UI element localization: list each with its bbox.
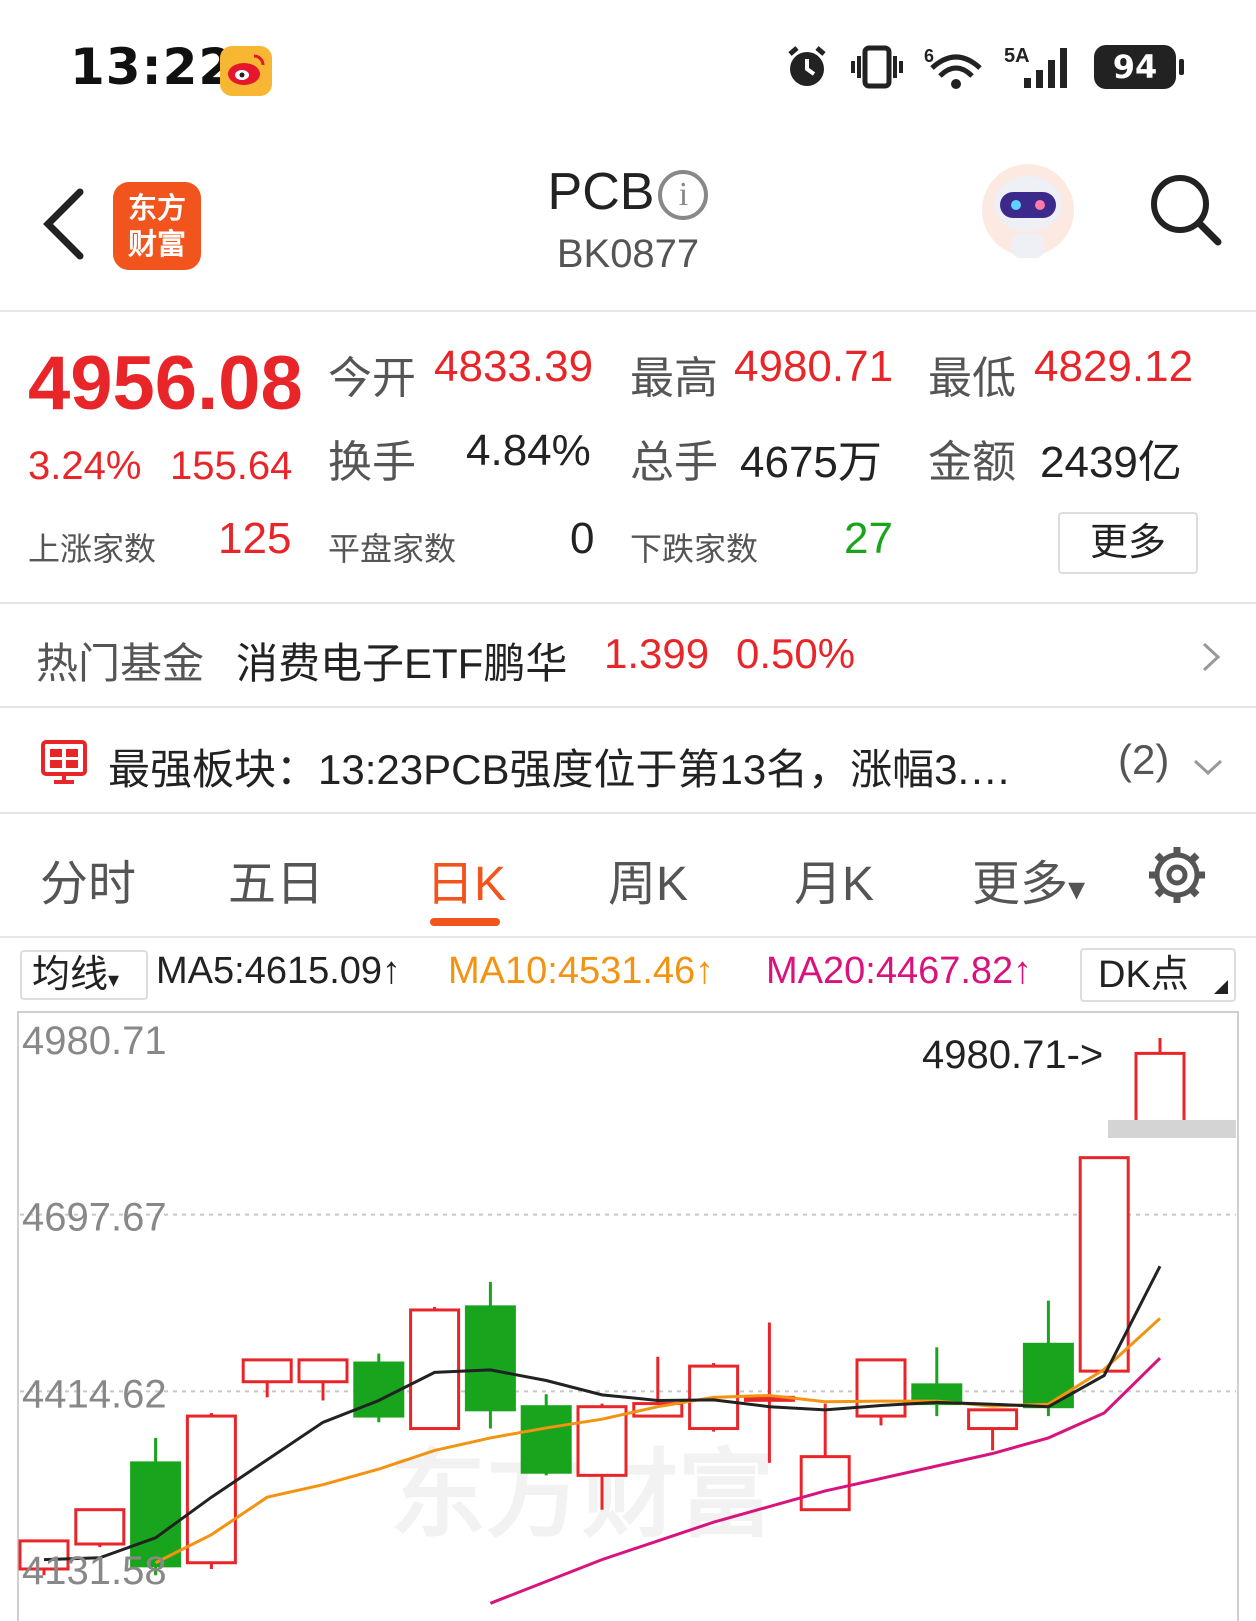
amount-value: 2439亿	[1040, 438, 1182, 487]
dk-point-label: DK点	[1098, 954, 1189, 996]
volume-label: 总手	[630, 438, 718, 487]
weibo-app-icon	[220, 46, 272, 96]
ma5-value: MA5:4615.09↑	[156, 950, 402, 992]
candle-up	[1078, 1156, 1130, 1373]
y-axis-label: 4131.58	[22, 1549, 167, 1593]
search-icon[interactable]	[1148, 170, 1224, 250]
chevron-right-icon	[1202, 642, 1221, 672]
candle-down	[520, 1405, 572, 1474]
candle-down	[464, 1305, 516, 1412]
app-header: 东方 财富 PCB i BK0877	[0, 140, 1256, 312]
gear-icon[interactable]	[1146, 844, 1208, 906]
battery-icon: 94	[1094, 45, 1184, 89]
status-bar: 13:22 6 5A 94	[0, 0, 1256, 140]
kline-chart-svg[interactable]: 东方财富 4980.714697.674414.624131.584980.71…	[0, 1008, 1256, 1621]
tab-more-label: 更多	[972, 858, 1069, 911]
network-type-label: 5A	[1004, 45, 1030, 67]
chevron-down-icon[interactable]	[1192, 758, 1224, 776]
period-tabs: 分时 五日 日K 周K 月K 更多▾	[0, 814, 1256, 938]
candle-up	[576, 1405, 628, 1477]
alarm-icon	[788, 46, 826, 86]
up-count-value: 125	[218, 514, 292, 563]
strongest-sector-row[interactable]: 最强板块：13:23PCB强度位于第13名，涨幅3.… (2)	[0, 708, 1256, 814]
info-icon[interactable]: i	[658, 170, 709, 221]
signal-icon: 5A	[1004, 45, 1067, 88]
status-time: 13:22	[70, 38, 235, 96]
dropdown-arrow-icon: ▾	[1068, 870, 1086, 908]
flat-count-label: 平盘家数	[328, 531, 457, 567]
tab-monthly-k[interactable]: 月K	[794, 844, 874, 914]
tab-five-day[interactable]: 五日	[228, 844, 324, 914]
hot-fund-name: 消费电子ETF鹏华	[236, 640, 568, 687]
amount-label: 金额	[928, 438, 1016, 487]
turnover-label: 换手	[328, 438, 416, 487]
ma-legend-row: 均线▾ MA5:4615.09↑ MA10:4531.46↑ MA20:4467…	[0, 938, 1256, 1010]
ma10-value: MA10:4531.46↑	[448, 950, 715, 992]
tab-intraday[interactable]: 分时	[40, 844, 136, 914]
y-axis-label: 4414.62	[22, 1372, 167, 1416]
current-price-band	[1108, 1119, 1236, 1138]
candle-up	[967, 1408, 1019, 1431]
candle-up	[799, 1455, 851, 1512]
tab-daily-k[interactable]: 日K	[426, 844, 506, 914]
active-tab-indicator	[430, 918, 500, 926]
candle-up	[1134, 1051, 1186, 1132]
dk-point-button[interactable]: DK点	[1080, 948, 1236, 1002]
quote-panel: 4956.08 3.24% 155.64 今开 4833.39 最高 4980.…	[0, 312, 1256, 604]
ma-selector-label: 均线	[32, 954, 109, 996]
y-axis-label: 4697.67	[22, 1196, 167, 1240]
flat-count-value: 0	[570, 514, 595, 563]
y-axis-label: 4980.71	[22, 1019, 167, 1063]
svg-text:6: 6	[924, 46, 934, 66]
vibrate-icon	[851, 45, 903, 89]
low-label: 最低	[928, 354, 1016, 403]
low-value: 4829.12	[1034, 342, 1194, 391]
kline-chart[interactable]: 东方财富 4980.71 4697.67 4414.62 4131.58 4980.71…	[0, 1008, 1256, 1621]
change-percent: 3.24%	[28, 444, 142, 488]
strongest-sector-text: 最强板块：13:23PCB强度位于第13名，涨幅3.…	[108, 746, 1012, 793]
volume-value: 4675万	[740, 438, 882, 487]
hot-fund-row[interactable]: 热门基金 消费电子ETF鹏华 1.399 0.50%	[0, 604, 1256, 708]
candle-up	[241, 1358, 293, 1384]
tab-weekly-k[interactable]: 周K	[608, 844, 688, 914]
change-amount: 155.64	[170, 444, 293, 488]
strongest-sector-count: (2)	[1118, 736, 1170, 783]
tab-more[interactable]: 更多▾	[972, 844, 1085, 914]
corner-triangle-icon	[1214, 980, 1228, 994]
candle-up	[409, 1308, 461, 1431]
candle-up	[74, 1508, 126, 1546]
high-value: 4980.71	[734, 342, 894, 391]
hot-fund-percent: 0.50%	[736, 630, 856, 677]
current-price: 4956.08	[28, 341, 303, 426]
candle-up	[297, 1358, 349, 1384]
high-label: 最高	[630, 354, 718, 403]
down-count-label: 下跌家数	[630, 531, 759, 567]
more-button[interactable]: 更多	[1058, 512, 1198, 574]
down-count-value: 27	[844, 514, 893, 563]
dropdown-arrow-icon: ▾	[108, 967, 120, 992]
hot-fund-label: 热门基金	[36, 640, 205, 687]
candle-up	[185, 1414, 237, 1565]
ma-selector[interactable]: 均线▾	[20, 950, 148, 1000]
hot-fund-value: 1.399	[604, 630, 710, 677]
wifi-icon: 6	[924, 46, 982, 89]
turnover-value: 4.84%	[466, 426, 591, 475]
robot-assistant-icon[interactable]	[978, 160, 1078, 270]
open-label: 今开	[328, 354, 416, 403]
high-marker-label: 4980.71->	[922, 1033, 1103, 1077]
sector-name: PCB	[547, 163, 655, 221]
open-value: 4833.39	[434, 342, 594, 391]
ma20-value: MA20:4467.82↑	[766, 950, 1033, 992]
up-count-label: 上涨家数	[28, 531, 157, 567]
board-chart-icon	[41, 740, 87, 784]
